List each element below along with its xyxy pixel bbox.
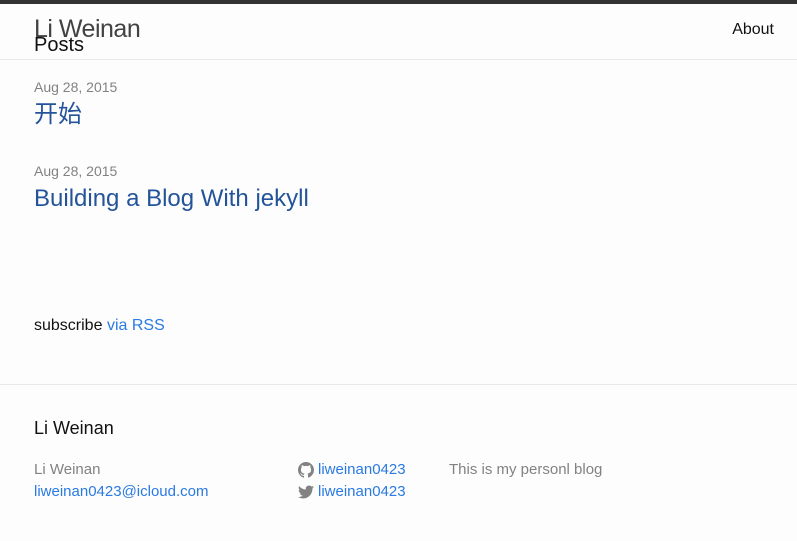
rss-link[interactable]: via RSS	[107, 317, 165, 334]
footer-description: This is my personl blog	[449, 461, 603, 478]
rss-prefix-text: subscribe	[34, 317, 103, 334]
github-icon	[298, 462, 314, 478]
site-footer: Li Weinan Li Weinan liweinan0423@icloud.…	[0, 384, 797, 541]
post-date: Aug 28, 2015	[34, 163, 118, 179]
post-list-item: Aug 28, 2015 Building a Blog With jekyll	[34, 162, 309, 216]
posts-heading: Posts	[34, 34, 85, 56]
post-title-link[interactable]: 开始	[34, 98, 309, 132]
twitter-username: liweinan0423	[318, 483, 406, 500]
post-title-link[interactable]: Building a Blog With jekyll	[34, 182, 309, 216]
twitter-icon	[298, 485, 314, 499]
footer-social-list: liweinan0423 liweinan0423	[298, 459, 406, 503]
footer-heading: Li Weinan	[34, 418, 114, 438]
nav-link-about[interactable]: About	[732, 21, 774, 39]
footer-contact-list: Li Weinan liweinan0423@icloud.com	[34, 459, 209, 503]
rss-subscribe: subscribe via RSS	[34, 317, 165, 335]
footer-name: Li Weinan	[34, 461, 101, 478]
site-header: Li Weinan About	[0, 0, 797, 60]
github-username: liweinan0423	[318, 461, 406, 478]
footer-email-link[interactable]: liweinan0423@icloud.com	[34, 483, 209, 500]
post-list: Aug 28, 2015 开始 Aug 28, 2015 Building a …	[34, 78, 309, 246]
post-date: Aug 28, 2015	[34, 79, 118, 95]
post-list-item: Aug 28, 2015 开始	[34, 78, 309, 132]
github-link[interactable]: liweinan0423	[298, 459, 406, 481]
twitter-link[interactable]: liweinan0423	[298, 481, 406, 503]
